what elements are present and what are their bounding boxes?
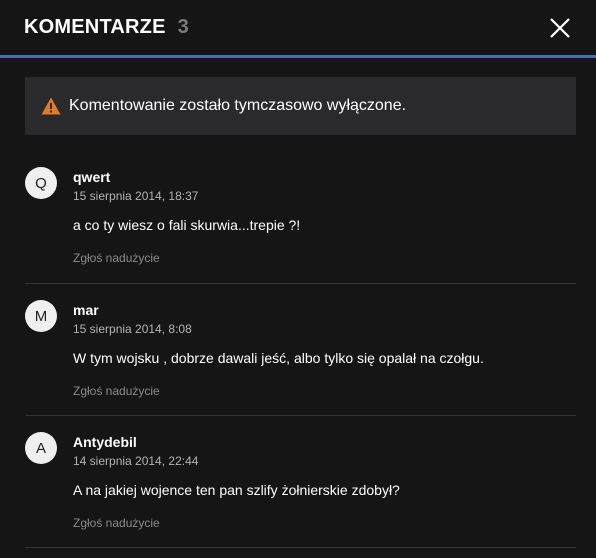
notice-text: Komentowanie zostało tymczasowo wyłączon… <box>69 97 407 114</box>
panel-header: KOMENTARZE 3 <box>0 0 596 58</box>
report-abuse-link[interactable]: Zgłoś nadużycie <box>73 251 160 265</box>
avatar: M <box>25 300 57 332</box>
comment-author: qwert <box>73 169 111 185</box>
close-icon <box>550 18 570 38</box>
comment-body: A na jakiej wojence ten pan szlify żołni… <box>73 482 400 498</box>
comment-item: A Antydebil 14 sierpnia 2014, 22:44 A na… <box>25 416 576 548</box>
comment-date: 15 sierpnia 2014, 8:08 <box>73 322 192 336</box>
comment-list: Q qwert 15 sierpnia 2014, 18:37 a co ty … <box>25 151 576 548</box>
comment-item: M mar 15 sierpnia 2014, 8:08 W tym wojsk… <box>25 284 576 416</box>
close-button[interactable] <box>546 14 574 42</box>
comment-author: Antydebil <box>73 434 137 450</box>
report-abuse-link[interactable]: Zgłoś nadużycie <box>73 516 160 530</box>
comments-panel: KOMENTARZE 3 Komentowanie zostało tymcza… <box>0 0 596 558</box>
comment-body: a co ty wiesz o fali skurwia...trepie ?! <box>73 217 301 233</box>
avatar: A <box>25 432 57 464</box>
comment-item: Q qwert 15 sierpnia 2014, 18:37 a co ty … <box>25 151 576 284</box>
comment-body: W tym wojsku , dobrze dawali jeść, albo … <box>73 350 484 366</box>
comment-date: 14 sierpnia 2014, 22:44 <box>73 454 199 468</box>
comment-date: 15 sierpnia 2014, 18:37 <box>73 189 199 203</box>
comments-disabled-notice: Komentowanie zostało tymczasowo wyłączon… <box>25 77 576 135</box>
comment-count: 3 <box>177 16 189 38</box>
report-abuse-link[interactable]: Zgłoś nadużycie <box>73 384 160 398</box>
warning-icon <box>41 97 61 115</box>
comment-author: mar <box>73 302 99 318</box>
panel-title: KOMENTARZE <box>24 16 166 38</box>
avatar: Q <box>25 167 57 199</box>
